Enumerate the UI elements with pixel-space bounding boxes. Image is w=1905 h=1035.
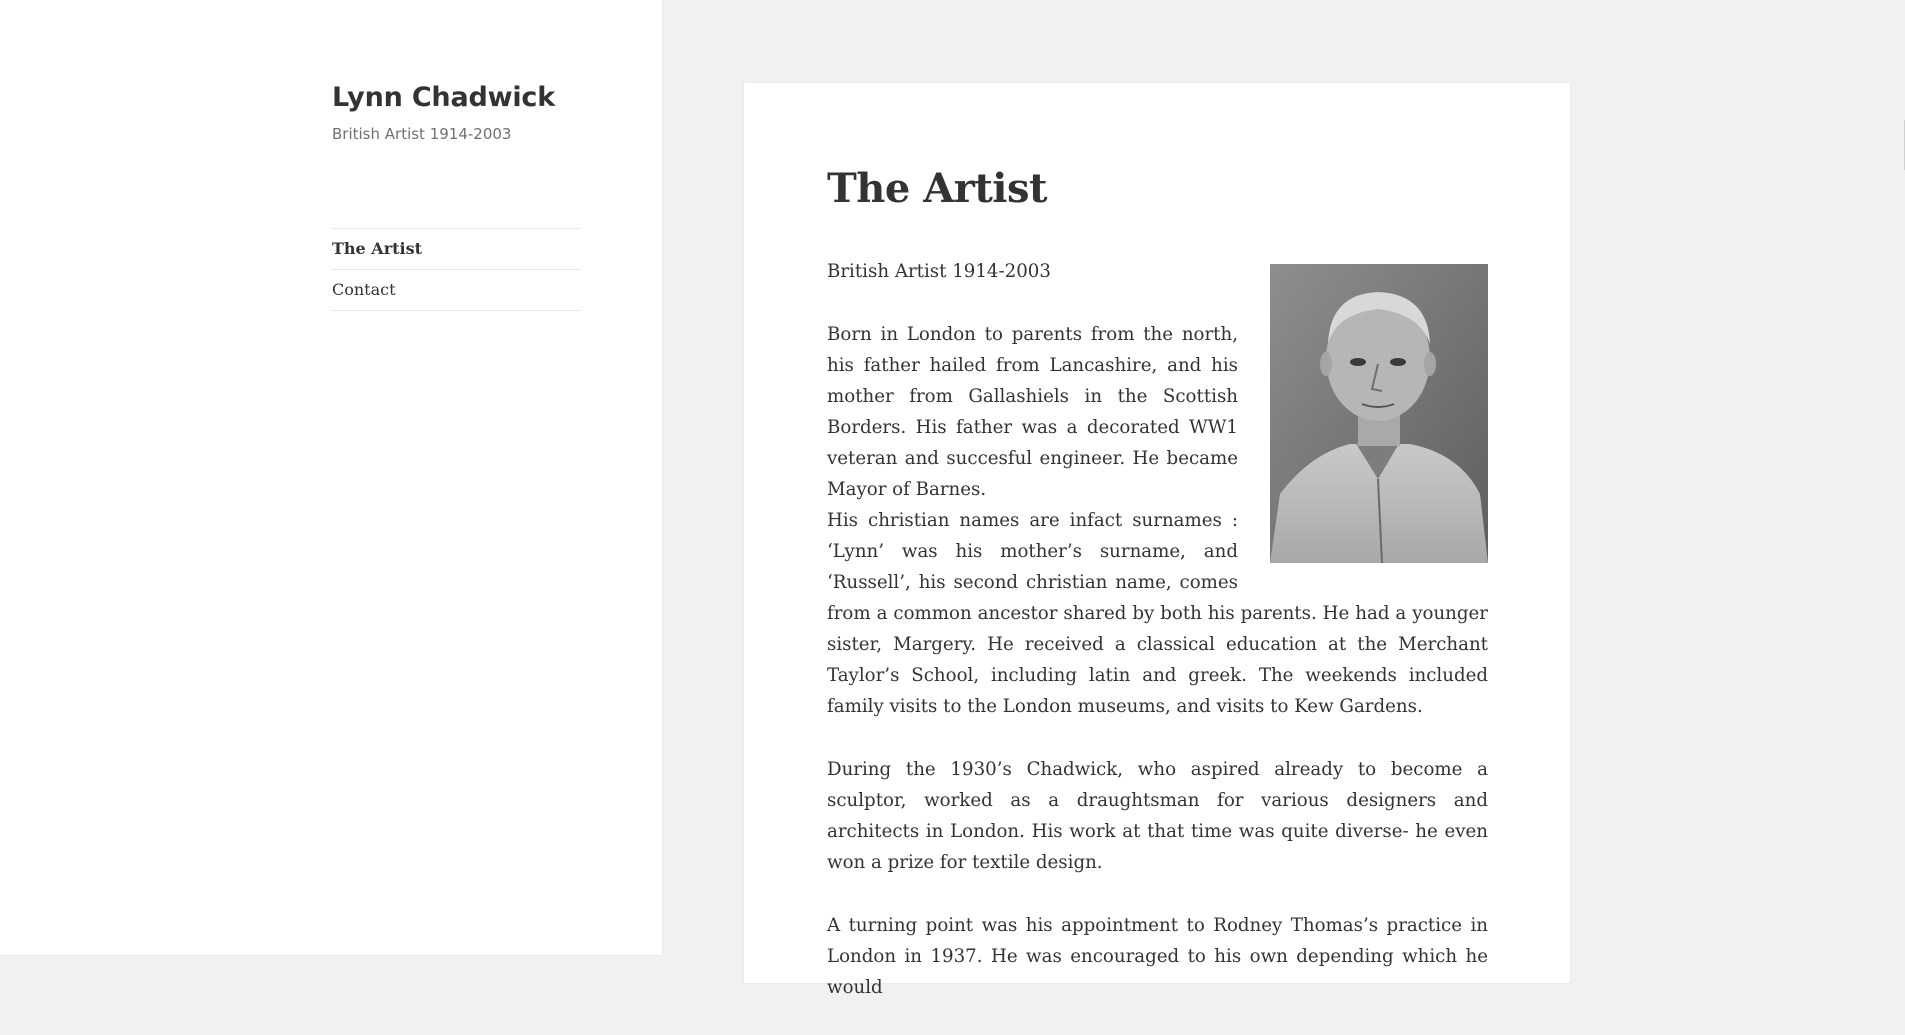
article-card: The Artist British Artist 1914-2003 Born… (744, 83, 1570, 998)
main-navigation: The Artist Contact (332, 228, 580, 311)
artist-portrait-image (1270, 264, 1488, 563)
site-description: British Artist 1914-2003 (332, 125, 512, 143)
nav-item-label[interactable]: The Artist (332, 239, 422, 258)
nav-item-contact[interactable]: Contact (332, 270, 580, 311)
nav-item-the-artist[interactable]: The Artist (332, 229, 580, 270)
entry-content: British Artist 1914-2003 Born in London … (827, 256, 1488, 1035)
sidebar: Lynn Chadwick British Artist 1914-2003 T… (0, 0, 662, 955)
page-title: The Artist (827, 165, 1048, 212)
body-paragraph-4: A turning point was his appointment to R… (827, 915, 1488, 998)
nav-item-label[interactable]: Contact (332, 280, 396, 299)
site-title[interactable]: Lynn Chadwick (332, 82, 555, 113)
body-paragraph-3: During the 1930’s Chadwick, who aspired … (827, 759, 1488, 873)
